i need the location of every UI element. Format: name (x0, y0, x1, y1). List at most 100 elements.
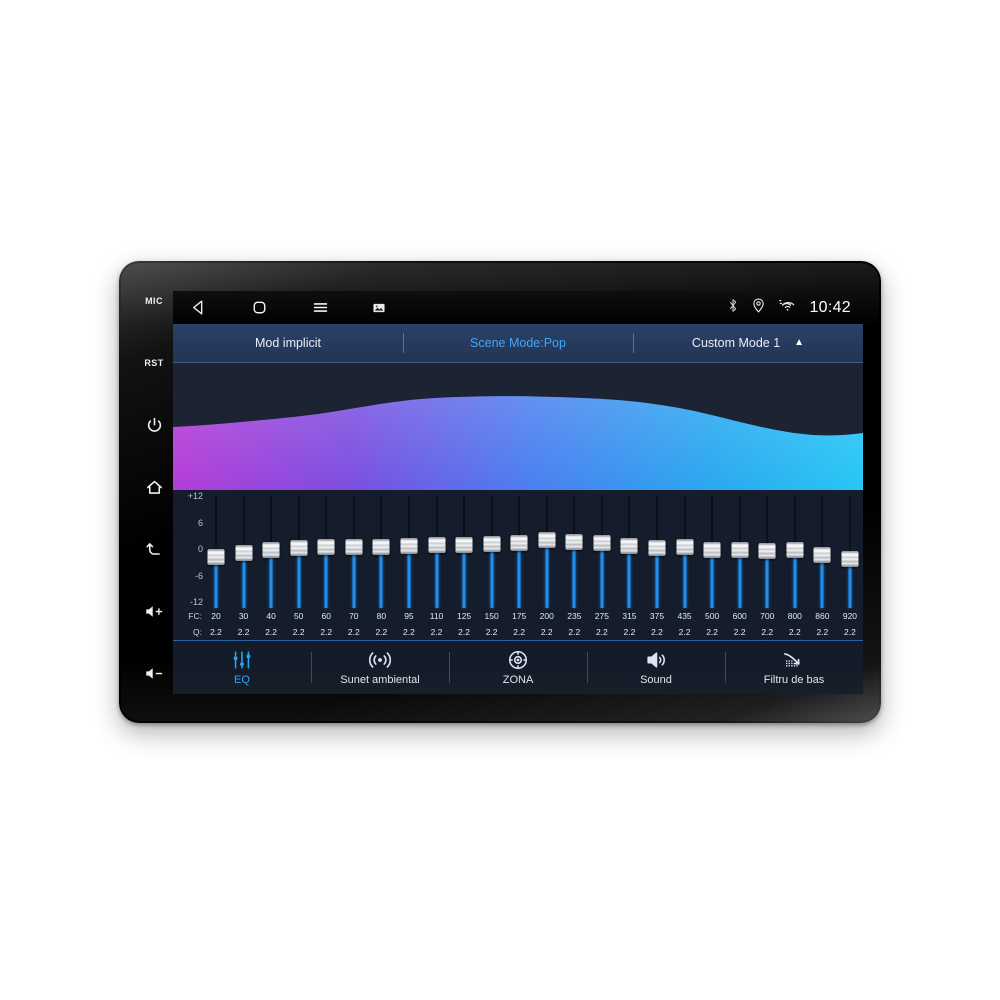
eq-slider[interactable] (400, 496, 418, 608)
eq-slider[interactable] (565, 496, 583, 608)
slider-track-lit (765, 557, 769, 608)
power-icon[interactable] (139, 411, 169, 439)
slider-track-lit (490, 550, 494, 608)
default-mode-button[interactable]: Mod implicit (173, 336, 403, 350)
eq-slider[interactable] (510, 496, 528, 608)
q-value: 2.2 (706, 627, 719, 637)
mic-button[interactable]: MIC (139, 287, 169, 315)
slider-track-upper (215, 496, 217, 551)
eq-slider[interactable] (262, 496, 280, 608)
back-icon[interactable] (139, 535, 169, 563)
tab-label: ZONA (502, 674, 534, 686)
eq-slider[interactable] (620, 496, 638, 608)
slider-knob[interactable] (400, 538, 418, 555)
eq-slider[interactable] (648, 496, 666, 608)
slider-knob[interactable] (483, 535, 501, 552)
slider-knob[interactable] (620, 538, 638, 555)
eq-slider[interactable] (235, 496, 253, 608)
slider-knob[interactable] (510, 534, 528, 551)
eq-slider[interactable] (703, 496, 721, 608)
slider-track-upper (793, 496, 796, 544)
q-value: 2.2 (568, 627, 581, 637)
custom-mode-button[interactable]: Custom Mode 1 ▲ (633, 336, 863, 350)
slider-track-upper (545, 496, 548, 533)
slider-knob[interactable] (317, 539, 335, 556)
fc-value: 150 (484, 611, 499, 621)
volume-down-icon[interactable] (139, 659, 169, 687)
db-label: +12 (187, 491, 203, 501)
eq-slider[interactable] (813, 496, 831, 608)
slider-knob[interactable] (345, 539, 363, 556)
slider-track-lit (655, 554, 659, 608)
tab-label: Sound (640, 674, 672, 686)
slider-track-lit (297, 554, 301, 608)
slider-track-lit (793, 557, 797, 608)
tab-filtru-de-bas[interactable]: Filtru de bas (725, 641, 863, 694)
slider-track-lit (269, 557, 273, 608)
tab-zona[interactable]: ZONA (449, 641, 587, 694)
tab-sound[interactable]: Sound (587, 641, 725, 694)
slider-knob[interactable] (428, 537, 445, 553)
slider-knob[interactable] (565, 534, 583, 551)
q-value: 2.2 (485, 627, 498, 637)
eq-slider[interactable] (428, 496, 446, 608)
tab-eq[interactable]: EQ (173, 641, 311, 694)
tab-sunet-ambiental[interactable]: Sunet ambiental (311, 641, 449, 694)
slider-track-upper (325, 496, 328, 541)
fc-value: 175 (512, 611, 527, 621)
scene-mode-button[interactable]: Scene Mode:Pop (403, 336, 633, 350)
eq-slider[interactable] (372, 496, 390, 608)
slider-knob[interactable] (593, 535, 611, 552)
eq-slider[interactable] (483, 496, 501, 608)
eq-slider[interactable] (345, 496, 363, 608)
default-mode-label: Mod implicit (255, 336, 321, 350)
q-value: 2.2 (430, 627, 443, 637)
slider-knob[interactable] (207, 549, 225, 566)
slider-knob[interactable] (758, 542, 776, 559)
eq-slider[interactable] (731, 496, 749, 608)
back-icon[interactable] (189, 298, 208, 317)
reset-button[interactable]: RST (139, 349, 169, 377)
slider-knob[interactable] (813, 546, 831, 563)
fc-value: 315 (622, 611, 637, 621)
slider-knob[interactable] (703, 541, 721, 558)
eq-slider[interactable] (758, 496, 776, 608)
slider-knob[interactable] (786, 542, 804, 559)
fc-value: 500 (705, 611, 720, 621)
slider-track-lit (820, 561, 824, 608)
caret-up-icon[interactable]: ▲ (794, 338, 804, 348)
eq-slider[interactable] (455, 496, 473, 608)
eq-slider[interactable] (593, 496, 611, 608)
menu-icon[interactable] (311, 298, 330, 317)
q-value: 2.2 (292, 627, 305, 637)
fc-value: 275 (594, 611, 609, 621)
screenshot-icon[interactable] (372, 301, 386, 315)
q-value: 2.2 (320, 627, 333, 637)
eq-slider[interactable] (676, 496, 694, 608)
home-icon[interactable] (250, 298, 269, 317)
slider-knob[interactable] (262, 542, 280, 559)
slider-knob[interactable] (455, 536, 473, 553)
slider-knob[interactable] (648, 539, 666, 556)
slider-knob[interactable] (841, 551, 859, 567)
home-icon[interactable] (139, 473, 169, 501)
volume-up-icon[interactable] (139, 597, 169, 625)
slider-knob[interactable] (372, 538, 390, 555)
slider-knob[interactable] (538, 531, 556, 548)
fc-value: 860 (815, 611, 830, 621)
eq-slider[interactable] (317, 496, 335, 608)
eq-slider[interactable] (290, 496, 308, 608)
fc-row: FC: 20 30 40 50 60 70 80 95 110 125 150 175 200 235 27… (173, 608, 859, 624)
slider-knob[interactable] (676, 538, 694, 555)
slider-knob[interactable] (731, 542, 749, 559)
mode-separator (632, 333, 634, 353)
slider-knob[interactable] (235, 545, 253, 562)
eq-slider[interactable] (786, 496, 804, 608)
eq-slider[interactable] (841, 496, 859, 608)
eq-slider[interactable] (538, 496, 556, 608)
eq-slider[interactable] (207, 496, 225, 608)
fc-value: 40 (266, 611, 276, 621)
bluetooth-icon (727, 298, 739, 318)
slider-knob[interactable] (290, 539, 308, 556)
fc-header: FC: (188, 611, 202, 621)
